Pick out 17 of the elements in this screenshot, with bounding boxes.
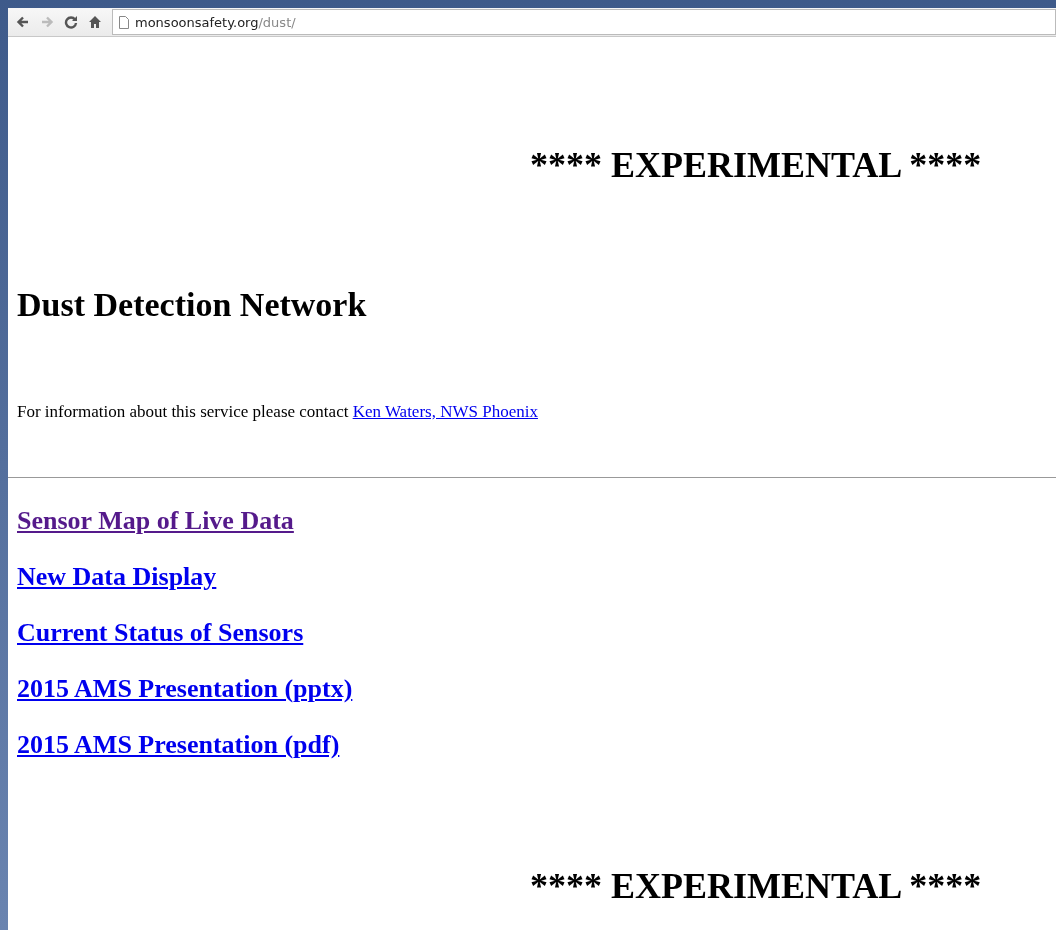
page-title: Dust Detection Network — [17, 288, 367, 322]
page-link[interactable]: 2015 AMS Presentation (pdf) — [17, 732, 340, 758]
home-icon[interactable] — [88, 15, 102, 29]
page-link[interactable]: New Data Display — [17, 564, 217, 590]
experimental-heading: **** EXPERIMENTAL **** — [530, 868, 982, 904]
contact-text: For information about this service please contact Ken Waters, NWS Phoenix — [17, 402, 538, 422]
page-icon — [119, 15, 129, 29]
reload-icon[interactable] — [64, 15, 78, 29]
back-arrow-icon[interactable] — [16, 15, 30, 29]
page-link[interactable]: 2015 AMS Presentation (pptx) — [17, 676, 353, 702]
page-link[interactable]: Sensor Map of Live Data — [17, 508, 294, 534]
address-bar[interactable]: monsoonsafety.org/dust/ — [112, 9, 1056, 35]
contact-link[interactable]: Ken Waters, NWS Phoenix — [352, 402, 538, 421]
url-path: /dust/ — [258, 14, 296, 30]
url-host: monsoonsafety.org — [135, 14, 259, 30]
page-link[interactable]: Current Status of Sensors — [17, 620, 304, 646]
experimental-heading: **** EXPERIMENTAL **** — [530, 147, 982, 183]
